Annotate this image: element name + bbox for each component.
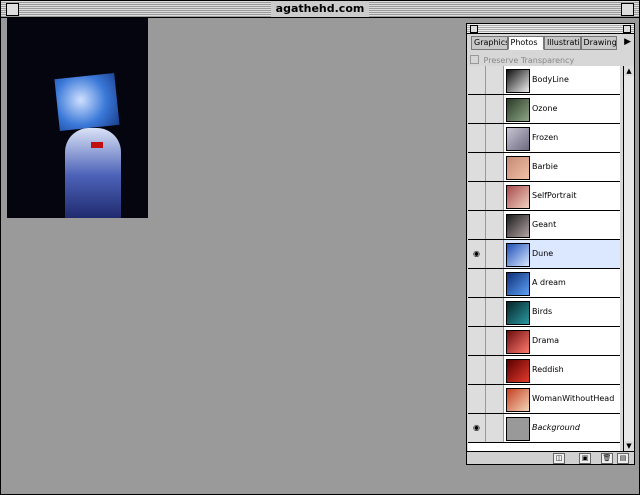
preserve-transparency-option[interactable]: Preserve Transparency <box>470 55 574 65</box>
layer-name: Ozone <box>532 104 558 113</box>
layer-list: BodyLine Ozone Frozen Barbie SelfPortrait Gea… <box>468 66 620 451</box>
edit-brush-icon[interactable] <box>486 182 504 210</box>
visibility-eye-icon[interactable] <box>468 182 486 210</box>
layer-row-selfportrait[interactable]: SelfPortrait <box>468 182 620 211</box>
edit-brush-icon[interactable] <box>486 153 504 181</box>
layer-thumbnail <box>506 301 530 325</box>
palette-close-icon[interactable] <box>470 25 478 33</box>
edit-brush-icon[interactable] <box>486 385 504 413</box>
trash-icon[interactable]: 🗑 <box>601 453 613 464</box>
layer-thumbnail <box>506 243 530 267</box>
sky-cutout <box>54 73 120 131</box>
layer-row-ozone[interactable]: Ozone <box>468 95 620 124</box>
layer-thumbnail <box>506 156 530 180</box>
close-box-icon[interactable] <box>6 3 19 16</box>
dune-photo-preview <box>7 18 148 218</box>
layer-row-reddish[interactable]: Reddish <box>468 356 620 385</box>
edit-brush-icon[interactable] <box>486 414 504 442</box>
layer-name: Barbie <box>532 162 558 171</box>
tab-illustrations[interactable]: Illustrations <box>544 36 581 50</box>
layer-row-a-dream[interactable]: A dream <box>468 269 620 298</box>
tab-drawings[interactable]: Drawings <box>580 36 617 50</box>
layer-row-womanwithouthead[interactable]: WomanWithoutHead <box>468 385 620 414</box>
layer-name: Birds <box>532 307 553 316</box>
layer-name: Frozen <box>532 133 559 142</box>
layer-name: WomanWithoutHead <box>532 394 615 403</box>
layer-thumbnail <box>506 69 530 93</box>
visibility-eye-icon[interactable]: ◉ <box>468 414 486 442</box>
tab-bar: Graphics Photos Illustrations Drawings <box>471 36 617 50</box>
title-bar[interactable]: agathehd.com <box>1 1 639 18</box>
zoom-box-icon[interactable] <box>621 3 634 16</box>
visibility-eye-icon[interactable] <box>468 66 486 94</box>
layer-thumbnail <box>506 98 530 122</box>
layer-name: Geant <box>532 220 557 229</box>
red-accent <box>91 142 103 148</box>
edit-brush-icon[interactable] <box>486 240 504 268</box>
layer-name: Dune <box>532 249 554 258</box>
tab-graphics[interactable]: Graphics <box>471 36 508 50</box>
preserve-transparency-label: Preserve Transparency <box>483 56 575 65</box>
layer-name: Drama <box>532 336 560 345</box>
visibility-eye-icon[interactable] <box>468 124 486 152</box>
edit-brush-icon[interactable] <box>486 356 504 384</box>
edit-brush-icon[interactable] <box>486 66 504 94</box>
layer-name: SelfPortrait <box>532 191 577 200</box>
layers-palette: Graphics Photos Illustrations Drawings ▶… <box>466 23 635 465</box>
visibility-eye-icon[interactable] <box>468 211 486 239</box>
layer-thumbnail <box>506 127 530 151</box>
scroll-up-icon[interactable]: ▲ <box>624 66 634 76</box>
layer-row-birds[interactable]: Birds <box>468 298 620 327</box>
edit-brush-icon[interactable] <box>486 269 504 297</box>
visibility-eye-icon[interactable] <box>468 269 486 297</box>
browser-window: agathehd.com Graphics Photos Illustratio… <box>0 0 640 495</box>
visibility-eye-icon[interactable]: ◉ <box>468 240 486 268</box>
layer-thumbnail <box>506 330 530 354</box>
layer-name: Background <box>532 423 580 432</box>
edit-brush-icon[interactable] <box>486 211 504 239</box>
visibility-eye-icon[interactable] <box>468 153 486 181</box>
palette-zoom-icon[interactable] <box>623 25 631 33</box>
palette-title-bar[interactable] <box>467 24 634 34</box>
edit-brush-icon[interactable] <box>486 95 504 123</box>
layer-row-frozen[interactable]: Frozen <box>468 124 620 153</box>
visibility-eye-icon[interactable] <box>468 327 486 355</box>
layer-thumbnail <box>506 388 530 412</box>
layer-name: Reddish <box>532 365 564 374</box>
preserve-transparency-checkbox[interactable] <box>470 55 479 64</box>
edit-brush-icon[interactable] <box>486 298 504 326</box>
window-title: agathehd.com <box>271 1 369 17</box>
layer-thumbnail <box>506 185 530 209</box>
new-layer-icon[interactable]: ▣ <box>579 453 591 464</box>
layer-thumbnail <box>506 359 530 383</box>
layer-row-background[interactable]: ◉ Background <box>468 414 620 443</box>
palette-footer: ◫ ▣ 🗑 ▤ <box>467 451 634 464</box>
edit-brush-icon[interactable] <box>486 327 504 355</box>
layer-row-dune[interactable]: ◉ Dune <box>468 240 620 269</box>
layer-thumbnail <box>506 272 530 296</box>
layer-thumbnail <box>506 214 530 238</box>
visibility-eye-icon[interactable] <box>468 356 486 384</box>
layer-row-geant[interactable]: Geant <box>468 211 620 240</box>
duplicate-icon[interactable]: ▤ <box>617 453 629 464</box>
visibility-eye-icon[interactable] <box>468 95 486 123</box>
visibility-eye-icon[interactable] <box>468 385 486 413</box>
layer-name: A dream <box>532 278 566 287</box>
edit-brush-icon[interactable] <box>486 124 504 152</box>
layer-thumbnail <box>506 417 530 441</box>
scroll-down-icon[interactable]: ▼ <box>624 441 634 451</box>
layer-scrollbar[interactable]: ▲ ▼ <box>623 66 634 451</box>
layer-name: BodyLine <box>532 75 569 84</box>
layer-row-bodyline[interactable]: BodyLine <box>468 66 620 95</box>
tab-photos[interactable]: Photos <box>507 36 544 50</box>
mask-icon[interactable]: ◫ <box>553 453 565 464</box>
layer-row-drama[interactable]: Drama <box>468 327 620 356</box>
visibility-eye-icon[interactable] <box>468 298 486 326</box>
layer-row-barbie[interactable]: Barbie <box>468 153 620 182</box>
tab-scroll-arrow-icon[interactable]: ▶ <box>624 37 631 48</box>
